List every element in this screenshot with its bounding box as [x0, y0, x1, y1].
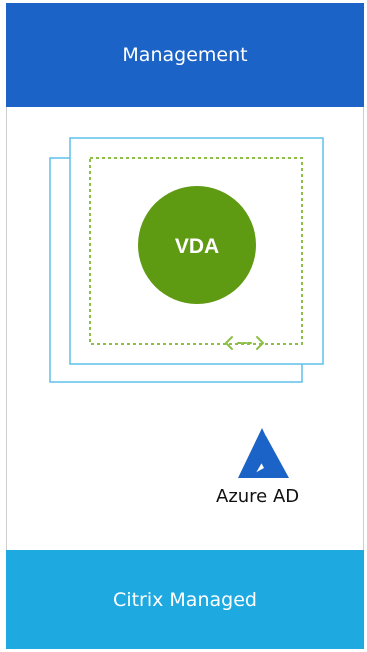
vda-label: VDA — [175, 235, 219, 258]
azure-ad-label: Azure AD — [216, 486, 300, 507]
citrix-managed-label: Citrix Managed — [113, 588, 257, 611]
citrix-managed-footer: Citrix Managed — [6, 550, 364, 649]
azure-icon — [238, 428, 289, 478]
